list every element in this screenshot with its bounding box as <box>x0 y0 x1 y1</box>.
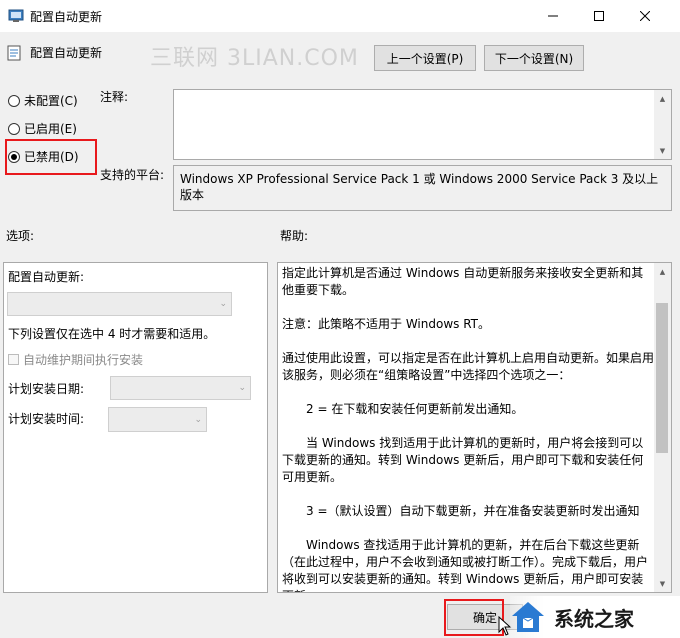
help-paragraph: 指定此计算机是否通过 Windows 自动更新服务来接收安全更新和其他重要下载。 <box>282 266 644 297</box>
comment-scrollbar[interactable]: ▲ ▼ <box>654 90 671 159</box>
policy-name: 配置自动更新 <box>30 46 103 60</box>
install-time-dropdown[interactable]: ⌄ <box>108 407 207 432</box>
radio-label: 已启用(E) <box>24 122 77 136</box>
radio-not-configured[interactable]: 未配置(C) <box>8 92 78 109</box>
checkbox-label: 自动维护期间执行安装 <box>23 353 144 367</box>
maximize-button[interactable] <box>576 0 622 32</box>
help-paragraph: 注意：此策略不适用于 Windows RT。 <box>282 317 490 331</box>
window-title: 配置自动更新 <box>30 10 103 24</box>
options-note: 下列设置仅在选中 4 时才需要和适用。 <box>8 327 216 341</box>
radio-circle <box>8 94 20 107</box>
platform-value: Windows XP Professional Service Pack 1 或… <box>173 165 672 211</box>
help-paragraph: 通过使用此设置，可以指定是否在此计算机上启用自动更新。如果启用该服务，则必须在“… <box>282 351 655 382</box>
help-paragraph: 当 Windows 找到适用于此计算机的更新时，用户将会接到可以下载更新的通知。… <box>282 436 644 484</box>
install-day-label: 计划安装日期: <box>8 382 85 396</box>
scroll-up-icon[interactable]: ▲ <box>654 263 671 280</box>
scroll-down-icon[interactable]: ▼ <box>654 575 671 592</box>
install-day-dropdown[interactable]: ⌄ <box>110 376 251 400</box>
auto-maintenance-checkbox[interactable]: 自动维护期间执行安装 <box>8 351 143 368</box>
house-logo-icon <box>512 602 544 632</box>
help-paragraph: 3 =（默认设置）自动下载更新，并在准备安装更新时发出通知 <box>306 504 640 518</box>
minimize-button[interactable] <box>530 0 576 32</box>
scroll-up-icon[interactable]: ▲ <box>654 90 671 107</box>
close-button[interactable] <box>622 0 668 32</box>
close-icon <box>640 11 650 21</box>
radio-circle <box>8 122 20 135</box>
scroll-thumb[interactable] <box>656 303 668 453</box>
checkbox-icon <box>8 354 19 365</box>
configure-updates-dropdown[interactable]: ⌄ <box>7 292 232 316</box>
minimize-icon <box>548 15 558 17</box>
comment-textarea[interactable]: ▲ ▼ <box>173 89 672 160</box>
radio-label: 未配置(C) <box>24 94 78 108</box>
help-paragraph: Windows 查找适用于此计算机的更新，并在后台下载这些更新（在此过程中，用户… <box>282 538 649 592</box>
chevron-down-icon: ⌄ <box>219 299 227 309</box>
platform-label: 支持的平台: <box>100 168 165 182</box>
highlight-box <box>5 139 97 175</box>
logo-text: 系统之家 <box>554 606 634 631</box>
radio-enabled[interactable]: 已启用(E) <box>8 120 77 137</box>
chevron-down-icon: ⌄ <box>238 383 246 393</box>
configure-updates-label: 配置自动更新: <box>8 270 85 284</box>
install-time-label: 计划安装时间: <box>8 412 85 426</box>
next-setting-button[interactable]: 下一个设置(N) <box>484 45 584 71</box>
previous-setting-button[interactable]: 上一个设置(P) <box>374 45 476 71</box>
policy-icon <box>8 9 24 22</box>
help-label: 帮助: <box>280 229 309 243</box>
chevron-down-icon: ⌄ <box>194 414 202 425</box>
maximize-icon <box>594 11 604 21</box>
policy-icon <box>7 45 21 61</box>
help-panel: 指定此计算机是否通过 Windows 自动更新服务来接收安全更新和其他重要下载。… <box>277 262 672 593</box>
help-text: 指定此计算机是否通过 Windows 自动更新服务来接收安全更新和其他重要下载。… <box>282 265 655 592</box>
help-scrollbar[interactable]: ▲ ▼ <box>654 263 671 592</box>
site-logo: 系统之家 <box>510 596 680 638</box>
scroll-down-icon[interactable]: ▼ <box>654 142 671 159</box>
highlight-box <box>444 599 504 636</box>
comment-label: 注释: <box>100 90 129 104</box>
watermark: 三联网 3LIAN.COM <box>150 46 359 71</box>
options-label: 选项: <box>6 229 35 243</box>
help-paragraph: 2 = 在下载和安装任何更新前发出通知。 <box>306 402 524 416</box>
